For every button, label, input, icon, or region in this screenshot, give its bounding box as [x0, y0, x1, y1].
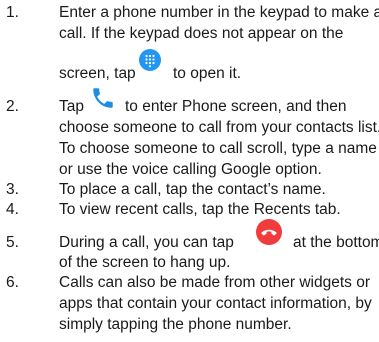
step-text: Calls can also be made from other widget…: [59, 274, 371, 291]
step-text: or use the voice calling Google option.: [59, 161, 322, 178]
step-text: to open it.: [173, 65, 242, 82]
step-number: 5.: [6, 234, 19, 251]
step-text: To choose someone to call scroll, type a…: [59, 140, 377, 157]
step-text: During a call, you can tap: [59, 234, 234, 251]
step-text: Tap: [59, 98, 84, 115]
step-text: To view recent calls, tap the Recents ta…: [59, 201, 341, 218]
phone-icon: [93, 88, 113, 108]
step-number: 4.: [6, 201, 19, 218]
step-text: Enter a phone number in the keypad to ma…: [59, 4, 379, 21]
step-number: 2.: [6, 98, 19, 115]
step-text: apps that contain your contact informati…: [59, 295, 372, 312]
step-text: screen, tap: [59, 65, 136, 82]
step-number: 6.: [6, 274, 19, 291]
end-call-icon: [256, 219, 282, 245]
dialpad-icon: [139, 49, 161, 71]
step-text: of the screen to hang up.: [59, 254, 231, 271]
step-text: choose someone to call from your contact…: [59, 119, 379, 136]
step-text: To place a call, tap the contact’s name.: [59, 181, 326, 198]
step-text: simply tapping the phone number.: [59, 316, 292, 333]
step-number: 1.: [6, 4, 19, 21]
step-text: call. If the keypad does not appear on t…: [59, 25, 344, 42]
step-number: 3.: [6, 181, 19, 198]
step-text: to enter Phone screen, and then: [125, 98, 347, 115]
step-text: at the bottom: [293, 234, 379, 251]
